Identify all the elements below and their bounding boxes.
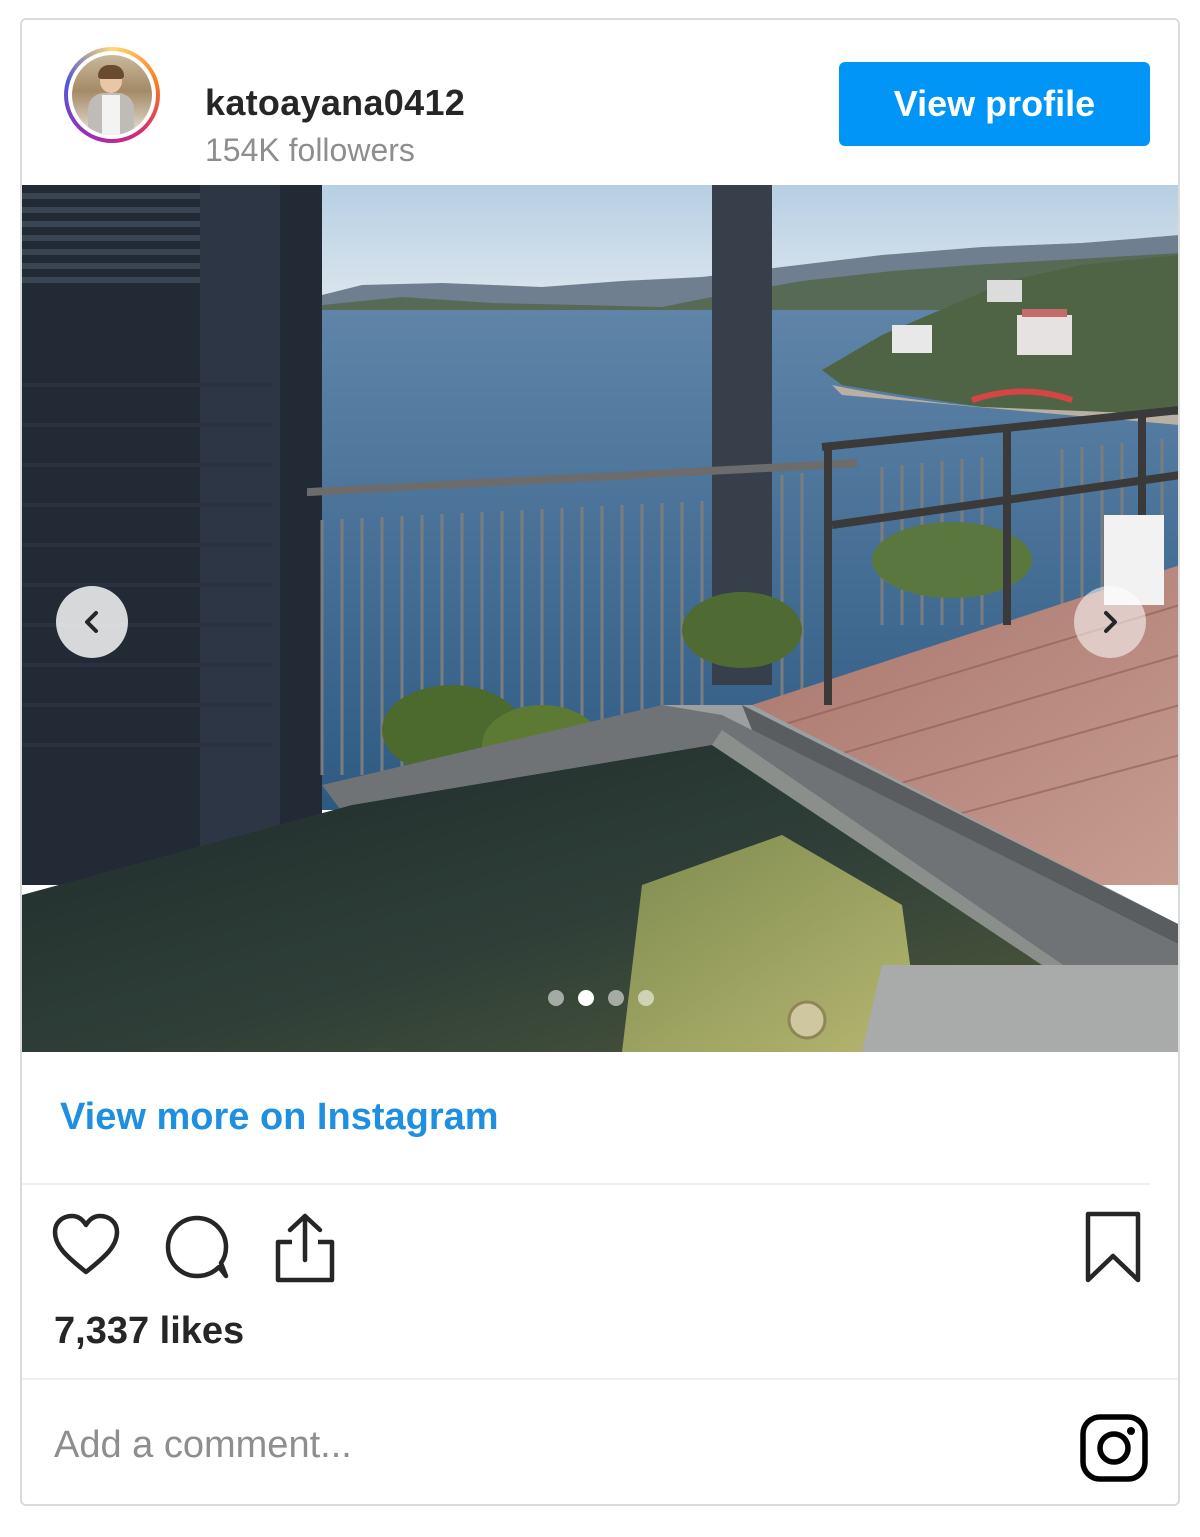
carousel-dot-active [578,990,594,1006]
carousel-prev-button[interactable] [56,586,128,658]
heart-icon [52,1213,120,1275]
chevron-left-icon [85,611,98,633]
carousel-dot [608,990,624,1006]
divider [22,1378,1178,1380]
carousel-dot [548,990,564,1006]
view-profile-button[interactable]: View profile [839,62,1150,146]
open-air-bath-photo [22,185,1178,1052]
share-icon [275,1213,335,1283]
comment-input[interactable] [54,1424,954,1467]
speech-bubble-icon [165,1215,229,1279]
follower-count: 154K followers [205,132,415,168]
instagram-link[interactable] [1078,1412,1150,1489]
username[interactable]: katoayana0412 [205,82,465,124]
instagram-embed-card: katoayana0412 154K followers View profil… [20,18,1180,1506]
post-header: katoayana0412 154K followers View profil… [22,20,1178,185]
like-count: 7,337 likes [54,1310,245,1352]
divider [22,1183,1150,1185]
carousel-next-button[interactable] [1074,586,1146,658]
comment-button[interactable] [162,1212,232,1287]
avatar[interactable] [64,47,160,143]
chevron-right-icon [1104,611,1117,633]
avatar-photo [72,55,152,135]
instagram-logo-icon [1080,1414,1148,1482]
like-button[interactable] [50,1212,122,1283]
carousel-dot [638,990,654,1006]
save-button[interactable] [1082,1210,1144,1291]
share-button[interactable] [272,1210,338,1291]
carousel-indicator [548,990,654,1006]
bookmark-icon [1085,1211,1141,1283]
post-photo[interactable] [22,185,1178,1052]
view-more-link[interactable]: View more on Instagram [60,1096,499,1139]
